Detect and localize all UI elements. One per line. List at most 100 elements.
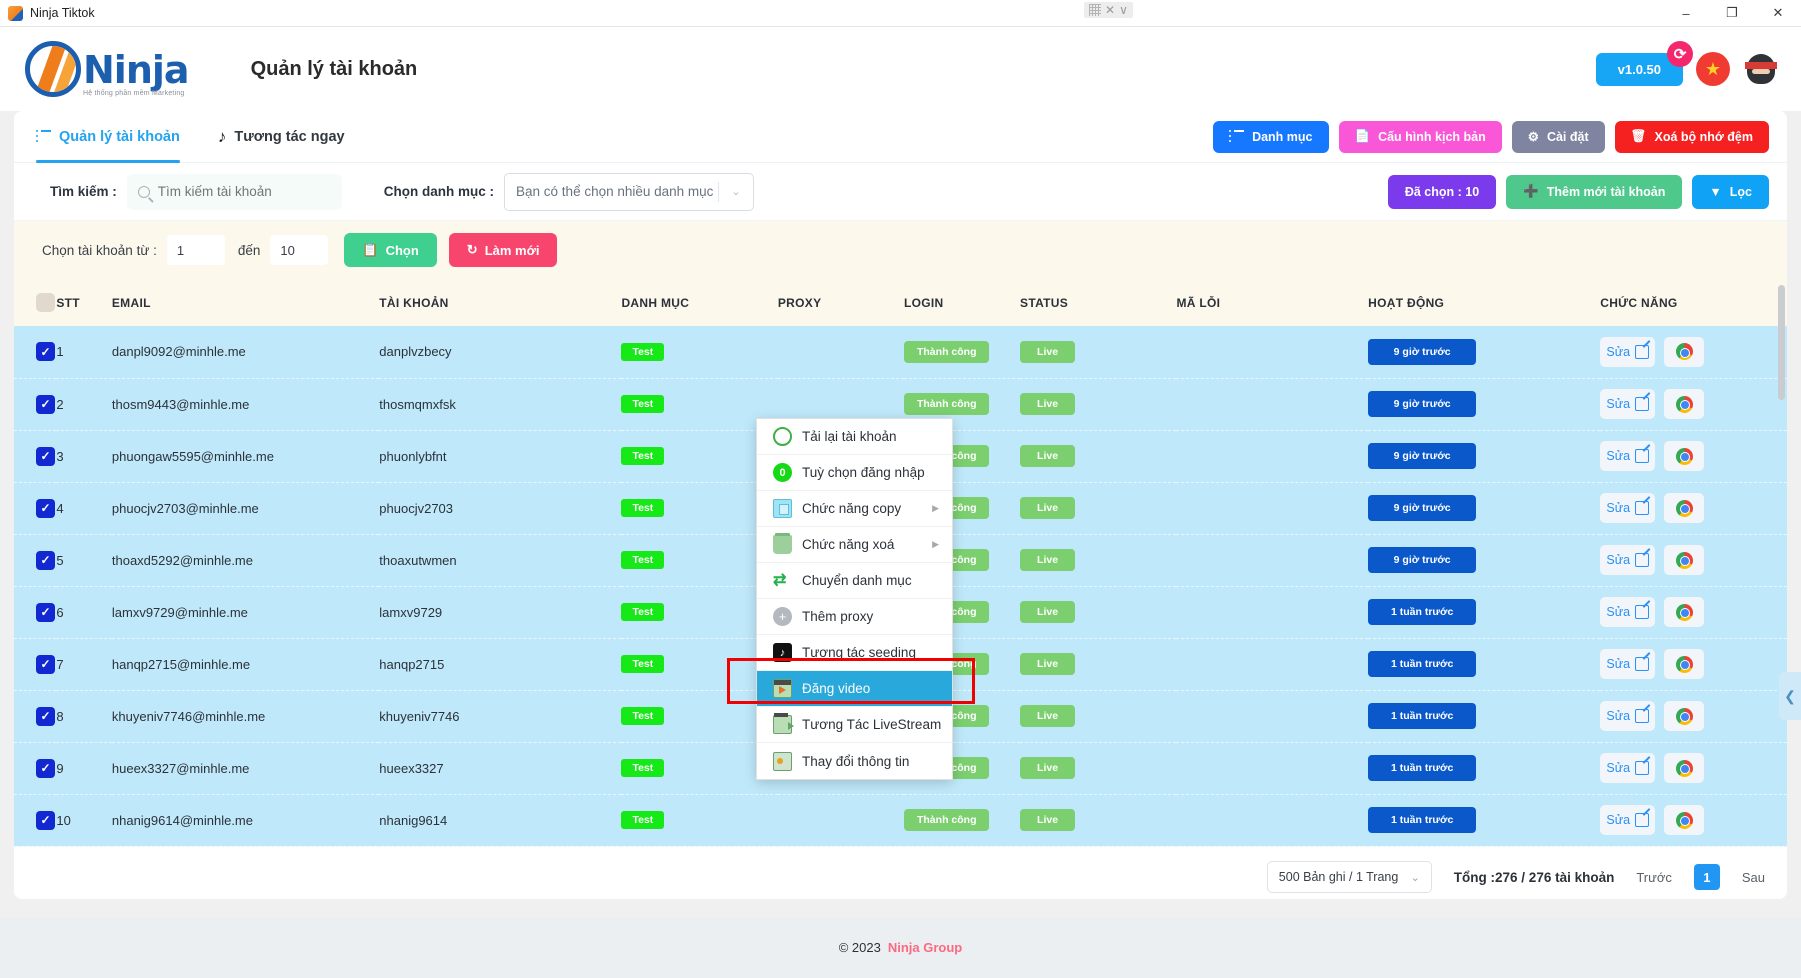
open-chrome-button[interactable] — [1664, 701, 1705, 731]
trash-icon: 🗑 — [1630, 129, 1647, 143]
add-account-button[interactable]: ➕ Thêm mới tài khoản — [1506, 174, 1683, 209]
edit-button[interactable]: Sửa — [1600, 336, 1656, 367]
row-checkbox-cell[interactable]: ✓ — [14, 326, 57, 379]
table-row[interactable]: ✓ 10 nhanig9614@minhle.me nhanig9614 Test Thà… — [14, 794, 1787, 847]
row-checkbox[interactable]: ✓ — [36, 654, 55, 674]
edit-button[interactable]: Sửa — [1600, 753, 1656, 783]
context-menu-item[interactable]: 0 Tuỳ chọn đăng nhập — [757, 455, 952, 491]
next-page-button[interactable]: Sau — [1742, 870, 1765, 885]
open-chrome-button[interactable] — [1664, 441, 1705, 471]
select-all-checkbox[interactable] — [36, 293, 55, 312]
search-field-wrapper[interactable] — [126, 173, 342, 210]
edit-button[interactable]: Sửa — [1600, 493, 1656, 523]
logo-text: Ninja Hệ thống phần mềm Marketing — [83, 51, 190, 97]
table-row[interactable]: ✓ 1 danpl9092@minhle.me danplvzbecy Test Thàn… — [14, 326, 1787, 379]
edit-button[interactable]: Sửa — [1600, 649, 1656, 679]
range-from-input[interactable] — [166, 235, 225, 265]
side-panel-toggle[interactable]: ❮ — [1779, 672, 1801, 720]
close-small-icon[interactable]: ✕ — [1105, 4, 1115, 16]
row-checkbox-cell[interactable]: ✓ — [14, 690, 57, 743]
chevron-down-icon[interactable]: ⌄ — [719, 185, 753, 198]
settings-button[interactable]: ⚙ Cài đặt — [1511, 120, 1605, 153]
scrollbar-thumb[interactable] — [1778, 285, 1785, 400]
version-button[interactable]: v1.0.50 ⟳ — [1595, 40, 1693, 86]
selected-count-button[interactable]: Đã chọn : 10 — [1387, 174, 1497, 209]
cell-error — [1176, 794, 1369, 847]
context-menu-item[interactable]: ♪ Tương tác seeding — [757, 635, 952, 671]
cell-activity: 1 tuần trước — [1368, 638, 1601, 691]
select-range-button[interactable]: 📋 Chọn — [344, 233, 437, 267]
update-badge-icon[interactable]: ⟳ — [1667, 40, 1693, 67]
edit-button[interactable]: Sửa — [1600, 701, 1656, 731]
context-menu-item[interactable]: Đăng video — [757, 671, 952, 707]
row-checkbox[interactable]: ✓ — [36, 394, 55, 414]
table-scrollbar[interactable] — [1778, 285, 1785, 885]
status-badge: Live — [1020, 340, 1076, 363]
tab-interact-now[interactable]: ♪ Tương tác ngay — [218, 111, 345, 163]
maximize-button[interactable]: ❐ — [1709, 0, 1755, 27]
chevron-down-icon[interactable]: ∨ — [1119, 4, 1128, 16]
row-checkbox-cell[interactable]: ✓ — [14, 482, 57, 535]
edit-button[interactable]: Sửa — [1600, 389, 1656, 419]
window-center-controls[interactable]: ✕ ∨ — [1084, 2, 1133, 18]
range-to-input[interactable] — [270, 235, 329, 265]
prev-page-button[interactable]: Trước — [1636, 870, 1672, 885]
chevron-down-icon[interactable]: ⌄ — [1411, 871, 1431, 884]
edit-button[interactable]: Sửa — [1600, 805, 1656, 835]
row-checkbox-cell[interactable]: ✓ — [14, 378, 57, 431]
cell-status: Live — [1020, 586, 1177, 639]
category-select[interactable]: Bạn có thể chọn nhiều danh mục ⌄ — [504, 172, 755, 211]
row-checkbox-cell[interactable]: ✓ — [14, 586, 57, 639]
edit-button[interactable]: Sửa — [1600, 441, 1656, 471]
open-chrome-button[interactable] — [1664, 597, 1705, 627]
grid-icon[interactable] — [1089, 4, 1101, 16]
row-checkbox[interactable]: ✓ — [36, 758, 55, 778]
open-chrome-button[interactable] — [1664, 805, 1705, 835]
context-menu-item[interactable]: Tương Tác LiveStream — [757, 707, 952, 743]
context-menu-item[interactable]: Chức năng xoá ▶ — [757, 527, 952, 563]
context-menu-item[interactable]: ⇄ Chuyển danh mục — [757, 563, 952, 599]
row-checkbox[interactable]: ✓ — [36, 498, 55, 518]
category-button[interactable]: Danh mục — [1213, 120, 1329, 153]
activity-badge: 1 tuần trước — [1368, 703, 1477, 729]
row-checkbox-cell[interactable]: ✓ — [14, 794, 57, 847]
avatar[interactable] — [1743, 51, 1779, 87]
search-input[interactable] — [157, 184, 331, 199]
row-checkbox-cell[interactable]: ✓ — [14, 430, 57, 483]
cell-stt: 3 — [56, 430, 112, 483]
language-flag-button[interactable]: ★ — [1696, 52, 1730, 86]
row-checkbox-cell[interactable]: ✓ — [14, 742, 57, 795]
open-chrome-button[interactable] — [1664, 493, 1705, 523]
open-chrome-button[interactable] — [1664, 336, 1705, 367]
open-chrome-button[interactable] — [1664, 649, 1705, 679]
open-chrome-button[interactable] — [1664, 389, 1705, 419]
header-select-all[interactable] — [14, 279, 56, 326]
edit-button[interactable]: Sửa — [1600, 545, 1656, 575]
row-checkbox[interactable]: ✓ — [36, 602, 55, 622]
row-checkbox[interactable]: ✓ — [36, 550, 55, 570]
close-button[interactable]: ✕ — [1755, 0, 1801, 27]
row-checkbox-cell[interactable]: ✓ — [14, 534, 57, 587]
row-checkbox[interactable]: ✓ — [36, 810, 55, 830]
context-menu-item[interactable]: Thay đổi thông tin — [757, 743, 952, 779]
clear-cache-button[interactable]: 🗑 Xoá bộ nhớ đệm — [1614, 120, 1769, 153]
context-menu-item[interactable]: + Thêm proxy — [757, 599, 952, 635]
refresh-button[interactable]: ↻ Làm mới — [448, 233, 558, 267]
edit-button[interactable]: Sửa — [1600, 597, 1656, 627]
row-checkbox[interactable]: ✓ — [36, 342, 55, 362]
row-checkbox[interactable]: ✓ — [36, 446, 55, 466]
row-checkbox[interactable]: ✓ — [36, 706, 55, 726]
tab-account-management[interactable]: Quản lý tài khoản — [36, 111, 180, 163]
context-menu-item[interactable]: Chức năng copy ▶ — [757, 491, 952, 527]
script-config-button[interactable]: 📄 Cấu hình kịch bản — [1338, 120, 1502, 153]
open-chrome-button[interactable] — [1664, 753, 1705, 783]
open-chrome-button[interactable] — [1664, 545, 1705, 575]
row-checkbox-cell[interactable]: ✓ — [14, 638, 57, 691]
cell-status: Live — [1020, 794, 1177, 847]
minimize-button[interactable]: – — [1663, 0, 1709, 27]
context-menu-item[interactable]: Tải lại tài khoản — [757, 419, 952, 455]
cell-activity: 9 giờ trước — [1368, 430, 1601, 483]
filter-button[interactable]: ▼ Lọc — [1692, 174, 1769, 209]
current-page-button[interactable]: 1 — [1693, 864, 1720, 890]
page-size-select[interactable]: 500 Bản ghi / 1 Trang ⌄ — [1266, 861, 1432, 893]
